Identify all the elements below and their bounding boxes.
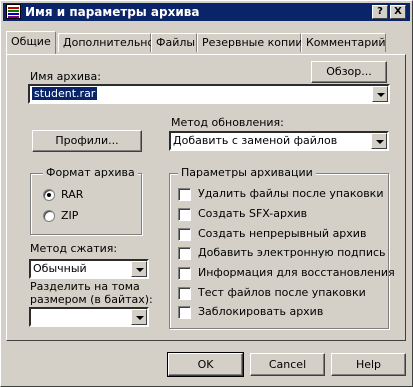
tab-advanced[interactable]: Дополнительно bbox=[58, 33, 154, 52]
update-method-label: Метод обновления: bbox=[171, 116, 284, 129]
window-title: Имя и параметры архива bbox=[25, 5, 200, 19]
compression-method-select[interactable]: Обычный bbox=[29, 259, 149, 279]
option-signature-checkbox[interactable] bbox=[178, 247, 191, 260]
format-rar-label[interactable]: RAR bbox=[61, 188, 83, 201]
format-rar-radio[interactable] bbox=[43, 189, 55, 201]
help-button[interactable]: Help bbox=[331, 353, 406, 376]
tab-general[interactable]: Общие bbox=[6, 31, 56, 54]
update-method-select[interactable]: Добавить с заменой файлов bbox=[169, 131, 389, 151]
dialog-window: Имя и параметры архива ? X Общие Дополни… bbox=[0, 0, 413, 387]
tab-files[interactable]: Файлы bbox=[151, 33, 197, 52]
option-sfx-label[interactable]: Создать SFX-архив bbox=[198, 207, 307, 220]
general-tab-panel: Имя архива: Обзор... student.rar Метод о… bbox=[6, 54, 406, 341]
compression-method-dropdown-arrow[interactable] bbox=[131, 261, 147, 277]
option-lock-checkbox[interactable] bbox=[178, 306, 191, 319]
archive-name-input[interactable]: student.rar bbox=[28, 84, 390, 104]
close-title-button[interactable]: X bbox=[390, 5, 406, 19]
ok-button[interactable]: OK bbox=[167, 352, 244, 377]
option-delete-files-checkbox[interactable] bbox=[178, 188, 191, 201]
cancel-button[interactable]: Cancel bbox=[250, 353, 325, 376]
profiles-button[interactable]: Профили... bbox=[32, 130, 142, 152]
split-volumes-label-line2: размером (в байтах): bbox=[30, 293, 153, 306]
split-volumes-select[interactable] bbox=[29, 307, 149, 327]
title-bar: Имя и параметры архива ? X bbox=[3, 3, 410, 21]
option-signature-label[interactable]: Добавить электронную подпись bbox=[198, 246, 386, 259]
archive-name-value: student.rar bbox=[32, 87, 98, 100]
compression-method-label: Метод сжатия: bbox=[30, 242, 118, 255]
help-title-button[interactable]: ? bbox=[372, 5, 388, 19]
option-test-files-checkbox[interactable] bbox=[178, 287, 191, 300]
update-method-value: Добавить с заменой файлов bbox=[173, 134, 338, 147]
archiving-options-group: Параметры архивации Удалить файлы после … bbox=[169, 166, 395, 329]
update-method-dropdown-arrow[interactable] bbox=[371, 133, 387, 149]
format-zip-radio[interactable] bbox=[43, 210, 55, 222]
tab-comment[interactable]: Комментарий bbox=[301, 33, 386, 52]
option-lock-label[interactable]: Заблокировать архив bbox=[198, 305, 323, 318]
archive-format-group: Формат архива RAR ZIP bbox=[30, 166, 142, 235]
option-test-files-label[interactable]: Тест файлов после упаковки bbox=[198, 286, 366, 299]
tab-strip: Общие Дополнительно Файлы Резервные копи… bbox=[6, 31, 406, 55]
tab-backups[interactable]: Резервные копии bbox=[197, 33, 303, 52]
archive-name-label: Имя архива: bbox=[30, 70, 101, 83]
split-volumes-label-line1: Разделить на тома bbox=[30, 280, 140, 293]
option-solid-checkbox[interactable] bbox=[178, 228, 191, 241]
archiving-options-title: Параметры архивации bbox=[178, 166, 316, 179]
split-volumes-dropdown-arrow[interactable] bbox=[131, 309, 147, 325]
format-zip-label[interactable]: ZIP bbox=[61, 209, 78, 222]
option-delete-files-label[interactable]: Удалить файлы после упаковки bbox=[198, 187, 383, 200]
option-solid-label[interactable]: Создать непрерывный архив bbox=[198, 227, 366, 240]
winrar-app-icon bbox=[6, 4, 21, 19]
option-recovery-label[interactable]: Информация для восстановления bbox=[198, 266, 395, 279]
option-recovery-checkbox[interactable] bbox=[178, 267, 191, 280]
compression-method-value: Обычный bbox=[33, 262, 87, 275]
option-sfx-checkbox[interactable] bbox=[178, 208, 191, 221]
browse-button[interactable]: Обзор... bbox=[311, 61, 387, 83]
archive-format-title: Формат архива bbox=[43, 166, 138, 179]
archive-name-dropdown-arrow[interactable] bbox=[372, 86, 388, 102]
